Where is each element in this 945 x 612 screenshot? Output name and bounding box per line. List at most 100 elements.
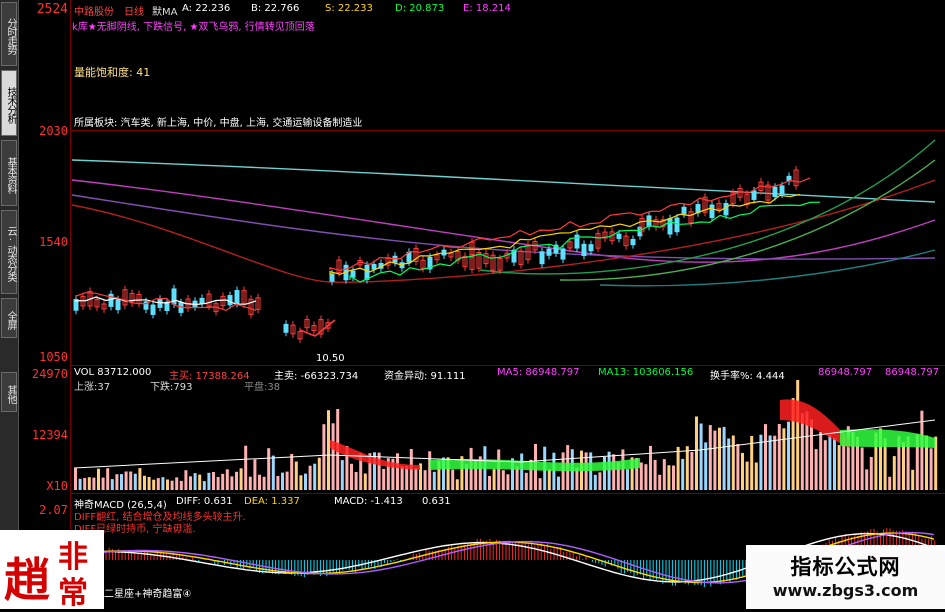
seal-logo: 趙 非 常 <box>0 530 104 611</box>
volume-bar <box>662 459 666 490</box>
moving-average-line-5 <box>559 159 936 281</box>
macd-footer: 二星座+神奇趋富④ <box>104 589 192 600</box>
volume-bar <box>865 469 869 490</box>
volume-bar <box>258 474 261 490</box>
watermark-banner: 指标公式网 www.zbgs3.com <box>746 545 945 609</box>
moving-average-line-0 <box>71 159 936 203</box>
candle-body <box>329 273 335 282</box>
volume-bar <box>736 444 740 490</box>
volume-bar <box>515 466 519 490</box>
volume-bar <box>432 471 436 490</box>
volume-bar <box>184 470 188 490</box>
volume-bar <box>83 477 87 490</box>
candle-body <box>350 270 356 278</box>
volume-bar <box>350 463 353 490</box>
volume-bar <box>267 448 271 490</box>
volume-axis-top: 24970 <box>31 367 68 381</box>
volume-bar <box>759 434 763 490</box>
volume-bar <box>239 468 243 490</box>
volume-bar <box>828 434 832 490</box>
macd-axis-top: 2.07 <box>39 503 68 517</box>
volume-bar <box>653 459 657 490</box>
low-price-marker: 10.50 <box>316 353 345 364</box>
macd-dea: DEA: 1.337 <box>244 496 300 507</box>
candle-body <box>588 244 594 252</box>
volume-bar <box>920 410 924 490</box>
moving-average-line-6 <box>599 249 936 287</box>
volume-bar <box>340 460 344 490</box>
volume-area-red <box>780 399 850 448</box>
candle-body <box>546 248 552 256</box>
turnover-rate: 换手率%: 4.444 <box>710 371 785 382</box>
price-axis-2030: 2030 <box>39 124 68 138</box>
volume-bar <box>911 469 915 490</box>
volume-bar <box>308 465 312 490</box>
watermark-title: 指标公式网 <box>790 555 901 579</box>
candle-body <box>560 248 566 260</box>
up-count: 上涨:37 <box>74 382 111 393</box>
volume-bar <box>814 449 818 490</box>
volume-bar <box>179 480 183 490</box>
volume-bar <box>156 478 160 490</box>
volume-bar <box>557 476 560 490</box>
volume-bar <box>313 463 317 490</box>
vol-ma5: MA5: 86948.797 <box>497 367 580 378</box>
candle-body <box>371 264 377 270</box>
macd-extra: 0.631 <box>422 496 451 507</box>
candle-body <box>150 304 156 315</box>
volume-bar <box>198 474 202 490</box>
logo-char-3: 常 <box>58 576 88 611</box>
price-axis-1540: 1540 <box>39 235 68 249</box>
volume-bar <box>120 474 123 490</box>
ma-b-value: B: 22.766 <box>251 3 300 14</box>
volume-bar <box>520 453 524 490</box>
candle-body <box>630 238 636 246</box>
volume-bar <box>138 468 142 490</box>
volume-bar <box>322 424 326 490</box>
volume-bar <box>658 474 662 490</box>
moving-average-line-2 <box>71 194 936 260</box>
candle-body <box>581 243 587 257</box>
volume-bar <box>524 472 528 490</box>
volume-bar <box>207 472 211 490</box>
volume-bar <box>262 476 266 490</box>
signal-text: k库★无脚阴线, 下跌信号, ★双飞乌鸦, 行情转见顶回落 <box>72 22 315 33</box>
vol-value: VOL 83712.000 <box>74 367 152 378</box>
volume-bar <box>741 452 744 490</box>
watermark-url: www.zbgs3.com <box>772 581 919 600</box>
fund-flow: 资金异动: 91.111 <box>384 371 466 382</box>
volume-bar <box>423 470 427 490</box>
volume-bar <box>304 473 307 490</box>
volume-bar <box>428 451 432 490</box>
volume-bar <box>290 453 294 490</box>
volume-bar <box>607 451 611 490</box>
volume-bar <box>837 445 841 490</box>
volume-bar <box>695 416 698 490</box>
volume-saturation: 量能饱和度: 41 <box>74 66 151 79</box>
candle-body <box>283 323 289 333</box>
volume-bar <box>281 472 284 490</box>
volume-bar <box>681 458 685 490</box>
volume-bar <box>589 452 593 490</box>
volume-bar <box>129 471 133 490</box>
volume-bar <box>294 461 298 490</box>
macd-value: MACD: -1.413 <box>334 496 403 507</box>
volume-bar <box>667 465 671 490</box>
candle-body <box>539 251 545 265</box>
volume-bar <box>538 478 542 490</box>
volume-bar <box>754 462 758 490</box>
candle-body <box>779 185 785 195</box>
volume-bar <box>212 472 215 490</box>
volume-bar <box>230 476 234 490</box>
volume-bar <box>497 449 501 490</box>
volume-bar <box>713 430 717 490</box>
volume-bar <box>115 474 119 490</box>
volume-bar <box>317 457 321 490</box>
volume-bar <box>593 474 597 490</box>
volume-bar <box>745 461 749 490</box>
candle-body <box>364 264 370 280</box>
candle-body <box>616 233 622 239</box>
volume-bar <box>133 473 137 490</box>
volume-bar <box>414 468 418 490</box>
period-label: 日线 <box>124 7 144 18</box>
